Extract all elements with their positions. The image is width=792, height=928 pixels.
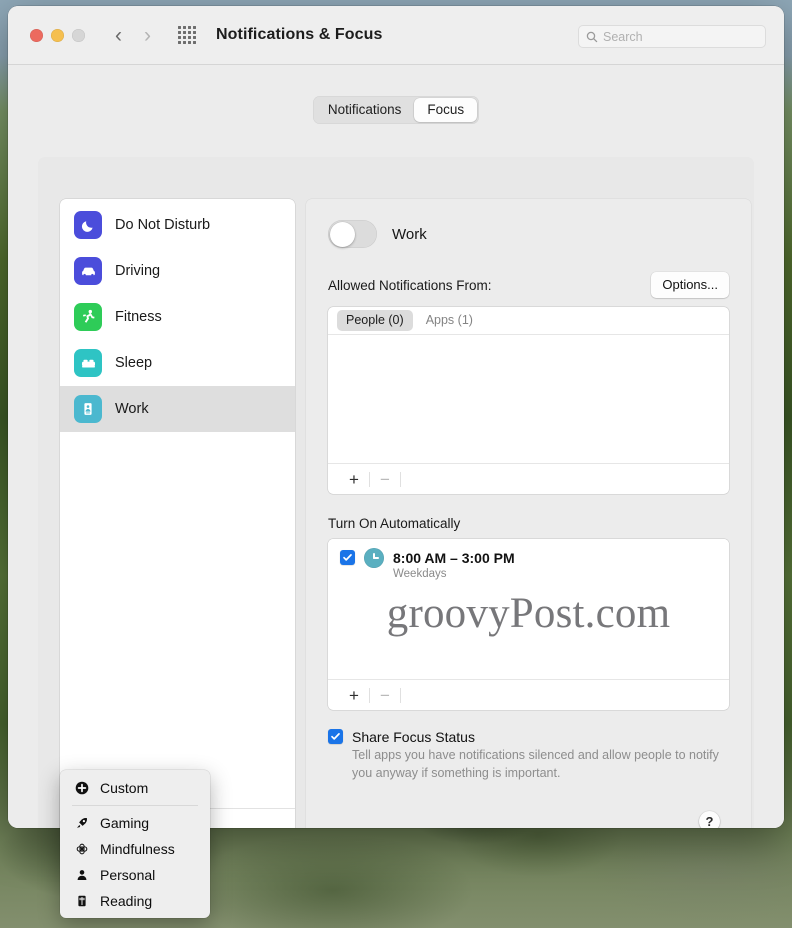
allowed-list-tabs: People (0) Apps (1) (328, 307, 729, 335)
schedule-enabled-checkbox[interactable] (340, 550, 355, 565)
allowed-list-footer: + − (328, 463, 729, 494)
schedule-time-range: 8:00 AM – 3:00 PM (393, 550, 515, 566)
tab-bar: Notifications Focus (8, 96, 784, 124)
sidebar-item-driving[interactable]: Driving (60, 248, 295, 294)
allowed-people-list[interactable] (328, 335, 729, 463)
share-focus-status-checkbox[interactable] (328, 729, 343, 744)
running-icon (74, 303, 102, 331)
focus-name-label: Work (392, 225, 427, 243)
remove-schedule-button: − (380, 685, 390, 705)
sidebar-item-label: Work (115, 401, 149, 417)
focus-enable-row: Work (328, 220, 729, 248)
divider (400, 471, 401, 487)
traffic-light-group (30, 28, 85, 42)
tab-focus[interactable]: Focus (414, 98, 478, 122)
sidebar-item-label: Driving (115, 263, 161, 279)
tab-people[interactable]: People (0) (337, 310, 413, 331)
schedule-list[interactable]: 8:00 AM – 3:00 PM Weekdays groovyPost.co… (328, 539, 729, 679)
menu-item-mindfulness[interactable]: Mindfulness (60, 836, 210, 862)
navigation-arrows: ‹ › (115, 25, 151, 46)
menu-item-label: Custom (100, 780, 149, 796)
allowed-notifications-header: Allowed Notifications From: Options... (328, 272, 729, 298)
menu-separator (72, 805, 198, 806)
sidebar-item-fitness[interactable]: Fitness (60, 294, 295, 340)
schedule-footer: + − (328, 679, 729, 710)
back-arrow-icon[interactable]: ‹ (115, 25, 122, 46)
options-button[interactable]: Options... (651, 272, 729, 298)
share-focus-status-description: Tell apps you have notifications silence… (352, 748, 719, 780)
add-schedule-button[interactable]: + (339, 687, 369, 704)
allowed-notifications-label: Allowed Notifications From: (328, 277, 492, 293)
divider (400, 687, 401, 703)
sidebar-item-label: Fitness (115, 309, 162, 325)
system-preferences-window: ‹ › Notifications & Focus Notifications … (8, 6, 784, 828)
focus-toggle-switch[interactable] (328, 220, 377, 248)
zoom-button (72, 28, 85, 42)
help-button[interactable]: ? (699, 811, 720, 828)
menu-item-label: Mindfulness (100, 841, 175, 857)
person-icon (74, 868, 90, 882)
turn-on-automatically-label: Turn On Automatically (328, 516, 461, 531)
window-content: Notifications Focus Do Not Disturb Drivi… (8, 65, 784, 828)
tab-notifications[interactable]: Notifications (315, 98, 415, 122)
schedule-days: Weekdays (393, 568, 447, 581)
menu-item-gaming[interactable]: Gaming (60, 810, 210, 836)
focus-detail-pane: Work Allowed Notifications From: Options… (306, 199, 751, 828)
search-field[interactable] (578, 25, 766, 48)
forward-arrow-icon: › (144, 23, 151, 47)
bed-icon (74, 349, 102, 377)
remove-person-button: − (380, 469, 390, 489)
share-focus-status-label: Share Focus Status (352, 729, 475, 745)
menu-item-personal[interactable]: Personal (60, 862, 210, 888)
menu-item-label: Reading (100, 893, 153, 909)
flower-icon (74, 842, 90, 856)
menu-item-custom[interactable]: Custom (60, 775, 210, 801)
sidebar-item-work[interactable]: Work (60, 386, 295, 432)
share-focus-status-row: Share Focus Status Tell apps you have no… (328, 729, 729, 783)
search-input[interactable] (603, 29, 758, 44)
menu-item-label: Personal (100, 867, 156, 883)
sidebar-item-label: Sleep (115, 355, 153, 371)
briefcase-icon (74, 395, 102, 423)
window-titlebar: ‹ › Notifications & Focus (8, 6, 784, 65)
menu-item-label: Gaming (100, 815, 150, 831)
toggle-knob (329, 221, 355, 247)
sidebar-item-sleep[interactable]: Sleep (60, 340, 295, 386)
watermark: groovyPost.com (386, 590, 671, 637)
page-title: Notifications & Focus (216, 26, 383, 43)
add-person-button[interactable]: + (339, 471, 369, 488)
show-all-grid-icon[interactable] (178, 26, 196, 44)
book-icon (74, 894, 90, 908)
sidebar-item-do-not-disturb[interactable]: Do Not Disturb (60, 202, 295, 248)
minimize-button[interactable] (51, 28, 64, 42)
focus-modes-list: Do Not Disturb Driving Fitness Sleep Wor… (60, 199, 295, 432)
tab-segmented-control: Notifications Focus (312, 96, 480, 124)
plus-circle-icon (74, 781, 90, 795)
menu-item-reading[interactable]: Reading (60, 888, 210, 914)
close-button[interactable] (30, 28, 43, 42)
focus-panel: Do Not Disturb Driving Fitness Sleep Wor… (38, 157, 754, 828)
allowed-notifications-listbox: People (0) Apps (1) + − (328, 307, 729, 494)
rocket-icon (74, 816, 90, 830)
moon-icon (74, 211, 102, 239)
clock-icon (364, 548, 384, 568)
search-icon (586, 31, 598, 42)
schedule-listbox: 8:00 AM – 3:00 PM Weekdays groovyPost.co… (328, 539, 729, 710)
focus-modes-sidebar: Do Not Disturb Driving Fitness Sleep Wor… (60, 199, 295, 828)
tab-apps[interactable]: Apps (1) (417, 310, 482, 331)
add-focus-dropdown-menu: Custom Gaming Mindfulness Personal Readi… (60, 770, 210, 918)
schedule-row[interactable]: 8:00 AM – 3:00 PM Weekdays (328, 539, 729, 580)
car-icon (74, 257, 102, 285)
sidebar-item-label: Do Not Disturb (115, 217, 211, 233)
